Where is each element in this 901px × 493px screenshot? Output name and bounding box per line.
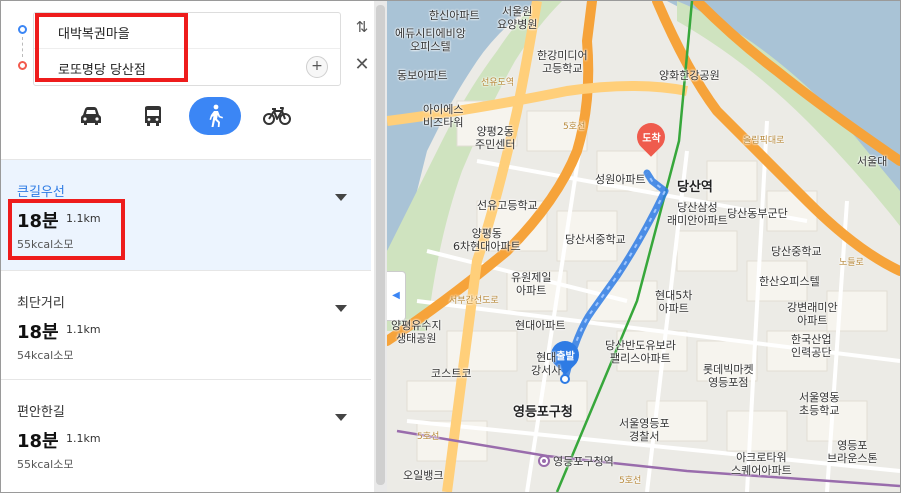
car-icon [81,107,101,125]
route-calories: 55kcal소모 [17,458,74,471]
add-stop-button[interactable]: + [306,56,328,78]
route-type: 최단거리 [17,296,65,311]
mode-bus-button[interactable] [127,97,179,135]
chevron-down-icon[interactable] [335,194,347,201]
origin-text: 대박복권마을 [58,27,130,42]
map-label: 양평유수지 생태공원 [391,319,442,345]
map-label: 한신아파트 [429,9,480,22]
route-time: 18분 [17,211,59,232]
station-dot [542,459,546,463]
chevron-down-icon[interactable] [335,414,347,421]
origin-field[interactable]: 대박복권마을 [34,13,340,49]
map-label: 당산역 [677,180,713,195]
destination-marker-icon [18,61,27,70]
map-label: 현대5차 아파트 [655,289,693,315]
transport-mode-tabs [61,97,321,137]
map-label: 한국산업 인력공단 [791,333,832,359]
map-label: 선유고등학교 [477,199,538,212]
destination-pin-label: 도착 [641,133,661,145]
destination-pin[interactable]: 도착 [631,117,671,157]
map-label: 선유도역 [481,78,515,88]
map-label: 에듀시티에비앙 오피스텔 [395,27,466,53]
map-label: 5호선 [619,476,642,486]
map-label: 서부간선도로 [449,296,499,306]
route-start-dot [560,374,570,384]
panel-collapse-button[interactable]: ◀ [387,271,406,321]
map-label: 양평2동 주민센터 [475,125,516,151]
map-label: 영등포구청역 [553,455,614,468]
map-view[interactable]: ◀ 도착 출발 한신아파트 서울원 요양병원 에듀시티에비앙 오피스텔 한강미디… [387,1,900,492]
route-option-card[interactable]: 편안한길 18분 1.1km 55kcal소모 [1,379,371,492]
map-label: 당산반도유보라 팰리스아파트 [605,339,676,365]
destination-field[interactable]: 로또명당 당산점 + [34,49,340,84]
map-label: 성원아파트 [595,173,646,186]
map-label: 당산서중학교 [565,233,626,246]
origin-marker-icon [18,25,27,34]
route-type: 큰길우선 [17,185,65,200]
route-inputs: 대박복권마을 로또명당 당산점 + [11,9,341,86]
mode-walk-button[interactable] [189,97,241,135]
map-label: 서울대 [857,155,888,168]
map-label: 아이에스 비즈타워 [423,103,464,129]
map-label: 영등포구청 [513,405,573,420]
chevron-down-icon[interactable] [335,305,347,312]
map-label: 한강미디어 고등학교 [537,49,588,75]
map-label: 코스트코 [431,367,472,380]
swap-icon[interactable]: ⇅ [353,18,371,38]
route-connector [22,37,24,57]
bus-icon [145,106,161,126]
map-label: 현대 강서사 [531,351,562,377]
map-label: 강변래미안 아파트 [787,301,838,327]
map-label: 5호선 [563,122,586,132]
map-label: 동보아파트 [397,69,448,82]
map-label: 오일뱅크 [403,469,444,482]
map-label: 양화한강공원 [659,69,720,82]
map-label: 서울영동 초등학교 [799,391,840,417]
destination-pin-icon: 도착 [631,117,671,157]
map-label: 영등포 브라운스톤 [827,439,878,465]
map-label: 서울영등포 경찰서 [619,417,670,443]
map-label: 서울원 요양병원 [497,5,538,31]
map-label: 롯데빅마켓 영등포점 [703,363,754,389]
destination-text: 로또명당 당산점 [58,63,146,78]
panel-scrollbar[interactable] [374,1,387,492]
map-label: 당산삼성 래미안아파트 [667,201,728,227]
bike-icon [263,107,291,125]
mode-bike-button[interactable] [251,97,303,135]
route-distance: 1.1km [66,323,101,336]
map-label: 아크로타워 스퀘어아파트 [731,451,792,477]
route-type: 편안한길 [17,405,65,420]
map-label: 양평동 6차현대아파트 [453,227,521,253]
walk-icon [209,104,223,127]
app-window: 대박복권마을 로또명당 당산점 + ⇅ ✕ 큰길우선 18분 1.1km 55k… [0,0,901,493]
route-time: 18분 [17,431,59,452]
route-option-card[interactable]: 최단거리 18분 1.1km 54kcal소모 [1,270,371,379]
route-calories: 54kcal소모 [17,349,74,362]
scrollbar-thumb[interactable] [376,5,385,485]
map-label: 당산중학교 [771,245,822,258]
map-label: 유원제일 아파트 [511,271,552,297]
close-icon[interactable]: ✕ [353,55,371,75]
map-label: 한산오피스텔 [759,275,820,288]
mode-car-button[interactable] [65,97,117,135]
route-time: 18분 [17,322,59,343]
map-label: 올림픽대로 [743,136,785,146]
route-distance: 1.1km [66,212,101,225]
map-label: 당산동부군단 [727,207,788,220]
route-calories: 55kcal소모 [17,238,74,251]
directions-panel: 대박복권마을 로또명당 당산점 + ⇅ ✕ 큰길우선 18분 1.1km 55k… [1,1,374,492]
map-label: 현대아파트 [515,319,566,332]
route-input-box: 대박복권마을 로또명당 당산점 + [33,12,341,86]
map-label: 노들로 [839,258,864,268]
route-option-card[interactable]: 큰길우선 18분 1.1km 55kcal소모 [1,159,371,270]
route-distance: 1.1km [66,432,101,445]
map-label: 5호선 [417,432,440,442]
